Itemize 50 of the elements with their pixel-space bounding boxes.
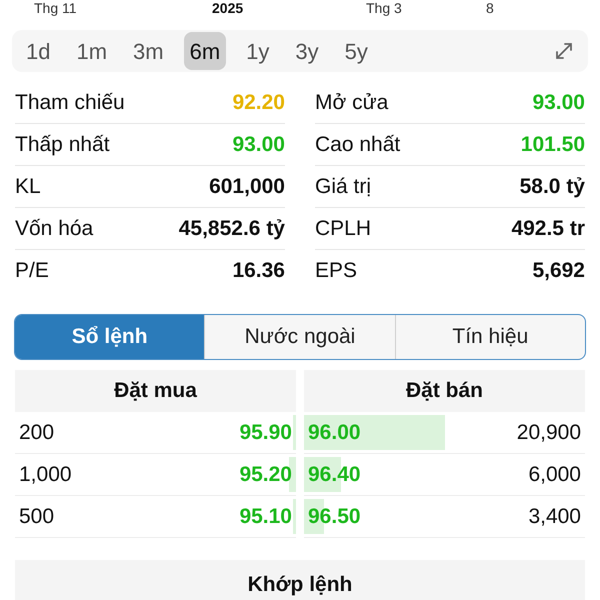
order-price: 95.20 bbox=[239, 462, 292, 488]
order-price: 96.50 bbox=[308, 504, 361, 530]
stat-value: 93.00 bbox=[232, 132, 285, 158]
stat-label: KL bbox=[15, 174, 41, 200]
period-tab[interactable]: 3y bbox=[289, 32, 325, 70]
stat-value: 45,852.6 tỷ bbox=[178, 216, 285, 242]
stat-value: 601,000 bbox=[209, 174, 285, 200]
period-tab[interactable]: 6m bbox=[184, 32, 226, 70]
section-header: Khớp lệnh bbox=[15, 560, 585, 600]
order-volume: 500 bbox=[19, 504, 54, 530]
period-tab[interactable]: 3m bbox=[127, 32, 170, 70]
stat-label: Vốn hóa bbox=[15, 216, 94, 242]
tab[interactable]: Tín hiệu bbox=[394, 315, 585, 359]
expand-icon[interactable] bbox=[554, 41, 574, 61]
stat-value: 101.50 bbox=[520, 132, 585, 158]
period-tab[interactable]: 5y bbox=[338, 32, 374, 70]
tab[interactable]: Nước ngoài bbox=[204, 315, 395, 359]
column-header: Đặt mua bbox=[15, 370, 296, 412]
order-price: 96.00 bbox=[308, 420, 361, 446]
period-tab[interactable]: 1m bbox=[70, 32, 114, 70]
stat-value: 58.0 tỷ bbox=[520, 174, 585, 200]
stat-value: 5,692 bbox=[532, 258, 585, 284]
axis-label: Thg 3 bbox=[366, 0, 402, 16]
stat-value: 93.00 bbox=[532, 90, 585, 116]
stat-value: 16.36 bbox=[232, 258, 285, 284]
axis-label: 2025 bbox=[212, 0, 244, 16]
stat-value: 92.20 bbox=[232, 90, 285, 116]
order-price: 95.10 bbox=[239, 504, 292, 530]
stat-value: 492.5 tr bbox=[511, 216, 585, 242]
order-volume: 20,900 bbox=[516, 420, 581, 446]
period-tab[interactable]: 1y bbox=[240, 32, 276, 70]
stat-label: Tham chiếu bbox=[15, 90, 125, 116]
column-header: Đặt bán bbox=[304, 370, 585, 412]
stat-label: P/E bbox=[15, 258, 49, 284]
axis-label: 8 bbox=[486, 0, 494, 16]
stat-label: Cao nhất bbox=[315, 132, 400, 158]
order-price: 95.90 bbox=[239, 420, 292, 446]
order-volume: 1,000 bbox=[19, 462, 72, 488]
stat-label: Mở cửa bbox=[315, 90, 388, 116]
tab[interactable]: Sổ lệnh bbox=[15, 315, 204, 359]
axis-label: Thg 11 bbox=[34, 0, 77, 16]
stat-label: CPLH bbox=[315, 216, 372, 242]
stat-label: Giá trị bbox=[315, 174, 372, 200]
period-tab[interactable]: 1d bbox=[20, 32, 56, 70]
order-price: 96.40 bbox=[308, 462, 361, 488]
order-volume: 3,400 bbox=[528, 504, 581, 530]
stat-label: EPS bbox=[315, 258, 358, 284]
order-volume: 6,000 bbox=[528, 462, 581, 488]
order-volume: 200 bbox=[19, 420, 54, 446]
stat-label: Thấp nhất bbox=[15, 132, 110, 158]
